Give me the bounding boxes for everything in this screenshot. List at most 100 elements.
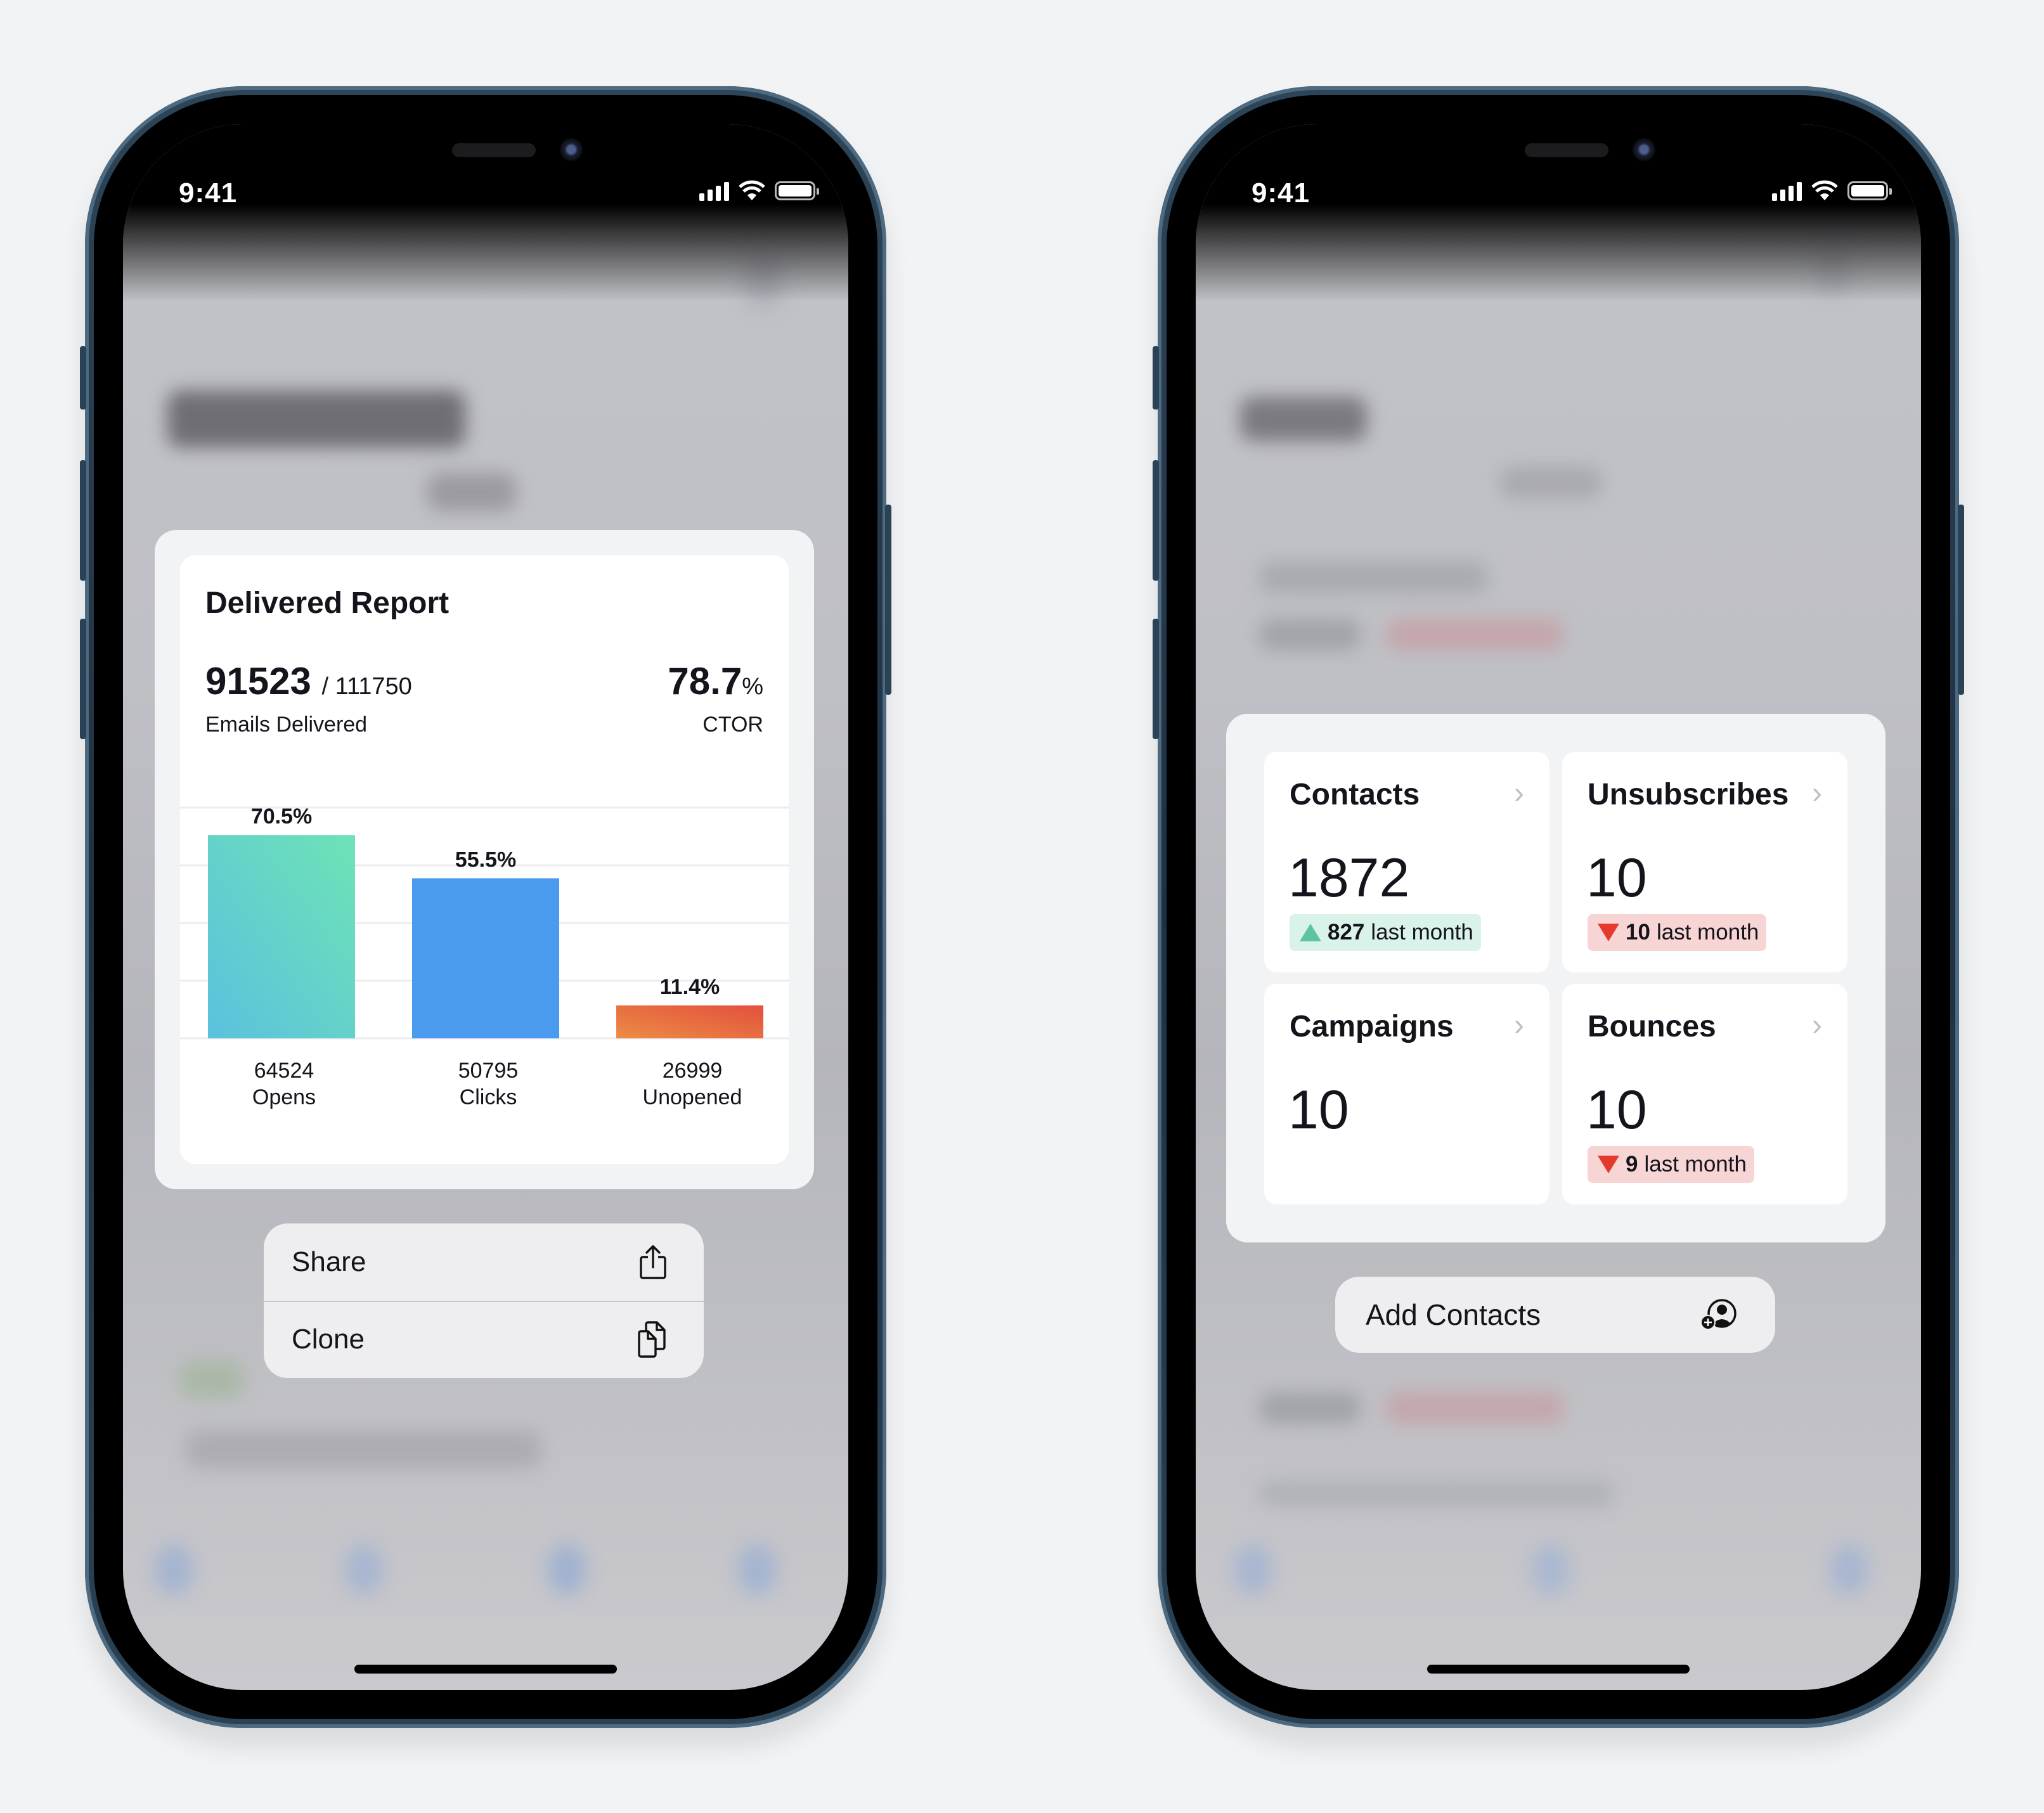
blurred-badge: [180, 1360, 243, 1398]
ctor-unit: %: [742, 673, 763, 700]
blurred-badge: [1386, 1392, 1563, 1424]
stats-preview[interactable]: Contacts › 1872 827 last month Unsubscri…: [1226, 714, 1886, 1242]
front-camera: [1633, 138, 1655, 161]
share-icon: [640, 1245, 666, 1279]
bar-category-label: Unopened: [643, 1085, 742, 1109]
triangle-up-icon: [1300, 924, 1321, 941]
stat-card-contacts[interactable]: Contacts › 1872 827 last month: [1264, 752, 1549, 972]
home-indicator[interactable]: [354, 1665, 617, 1674]
delivered-total: / 111750: [321, 673, 412, 700]
status-icons: [699, 180, 819, 202]
add-contacts-button[interactable]: Add Contacts: [1335, 1277, 1775, 1353]
stat-card-bounces[interactable]: Bounces › 10 9 last month: [1562, 984, 1847, 1204]
delivered-report-preview[interactable]: Delivered Report 91523 / 111750 Emails D…: [155, 530, 814, 1189]
status-icons: [1772, 180, 1892, 202]
blurred-segment: [427, 473, 516, 511]
trend-badge: 10 last month: [1588, 914, 1767, 951]
power-button: [1958, 505, 1964, 695]
blurred-tab-icon: [1830, 1544, 1868, 1595]
blurred-row: [1259, 1392, 1361, 1424]
battery-icon: [1847, 181, 1892, 200]
report-title: Delivered Report: [205, 586, 450, 620]
blurred-title: [1240, 397, 1367, 441]
add-contacts-label: Add Contacts: [1366, 1298, 1541, 1331]
stat-value: 1872: [1288, 848, 1410, 908]
menu-item-label: Clone: [292, 1324, 365, 1355]
front-camera: [560, 138, 583, 161]
notch: [305, 124, 666, 184]
blurred-tab-icon: [155, 1544, 193, 1595]
stat-title: Contacts: [1290, 778, 1420, 811]
bar-percent-label: 11.4%: [660, 975, 720, 999]
status-time: 9:41: [1252, 177, 1310, 209]
trend-text: last month: [1644, 1152, 1747, 1177]
menu-item-clone[interactable]: Clone: [264, 1301, 704, 1377]
stat-title: Campaigns: [1290, 1010, 1454, 1043]
trend-badge: 827 last month: [1290, 914, 1481, 951]
volume-up-button: [80, 460, 86, 581]
blurred-badge: [1386, 619, 1563, 650]
stat-title: Unsubscribes: [1588, 778, 1789, 811]
notch: [1378, 124, 1739, 184]
home-indicator[interactable]: [1427, 1665, 1690, 1674]
volume-down-button: [1153, 619, 1159, 739]
chevron-right-icon: ›: [1812, 1009, 1822, 1042]
blurred-row: [186, 1430, 541, 1468]
trend-badge: 9 last month: [1588, 1146, 1754, 1183]
bar-percent-label: 55.5%: [455, 848, 516, 872]
stat-value: 10: [1288, 1080, 1349, 1140]
stat-card-campaigns[interactable]: Campaigns › 10: [1264, 984, 1549, 1204]
chevron-right-icon: ›: [1514, 1009, 1524, 1042]
delivered-count: 91523: [205, 660, 311, 702]
menu-item-share[interactable]: Share: [264, 1223, 704, 1301]
bar-opens: [208, 835, 355, 1038]
copy-icon: [638, 1321, 666, 1358]
wifi-icon: [1811, 180, 1838, 200]
blurred-tab-icon: [1532, 1544, 1570, 1595]
bar-clicks: [412, 878, 559, 1038]
speaker-grille: [1525, 143, 1608, 157]
mute-switch: [80, 346, 86, 410]
trend-text: last month: [1371, 920, 1473, 945]
chevron-right-icon: ›: [1514, 777, 1524, 810]
delivered-report-card: Delivered Report 91523 / 111750 Emails D…: [180, 555, 789, 1164]
bar-category-label: Opens: [252, 1085, 316, 1109]
emails-delivered-value: 91523 / 111750: [205, 659, 412, 703]
chevron-right-icon: ›: [1812, 777, 1822, 810]
bar-category-label: Clicks: [460, 1085, 517, 1109]
menu-item-label: Share: [292, 1246, 366, 1277]
context-menu: Share Clone: [264, 1223, 704, 1378]
blurred-tab-icon: [345, 1544, 383, 1595]
ctor-label: CTOR: [702, 713, 763, 737]
blurred-row: [1259, 619, 1361, 650]
delivered-bar-chart: 70.5% 64524Opens 55.5% 50795Clicks 11.4% 2699…: [180, 804, 789, 1109]
bar-count-label: 50795: [458, 1059, 519, 1083]
blurred-tab-icon: [548, 1544, 586, 1595]
add-contact-icon: [1700, 1299, 1737, 1330]
cellular-signal-icon: [1772, 181, 1802, 201]
blurred-row: [1259, 562, 1487, 593]
blurred-title: [167, 390, 465, 448]
volume-down-button: [80, 619, 86, 739]
triangle-down-icon: [1598, 1156, 1619, 1173]
wifi-icon: [739, 180, 765, 200]
bar-count-label: 64524: [254, 1059, 314, 1083]
stat-value: 10: [1586, 1080, 1647, 1140]
stat-value: 10: [1586, 848, 1647, 908]
stat-title: Bounces: [1588, 1010, 1716, 1043]
trend-amount: 10: [1626, 920, 1650, 945]
cellular-signal-icon: [699, 181, 729, 201]
speaker-grille: [452, 143, 536, 157]
blurred-row: [1259, 1481, 1614, 1506]
blurred-tab-icon: [738, 1544, 776, 1595]
bar-unopened: [616, 1005, 763, 1038]
stat-card-unsubscribes[interactable]: Unsubscribes › 10 10 last month: [1562, 752, 1847, 972]
trend-amount: 9: [1626, 1152, 1638, 1177]
battery-icon: [775, 181, 819, 200]
status-time: 9:41: [179, 177, 238, 209]
blurred-segment: [1500, 467, 1601, 498]
triangle-down-icon: [1598, 924, 1619, 941]
bar-percent-label: 70.5%: [251, 804, 312, 829]
ctor-number: 78.7: [668, 660, 742, 702]
power-button: [885, 505, 891, 695]
